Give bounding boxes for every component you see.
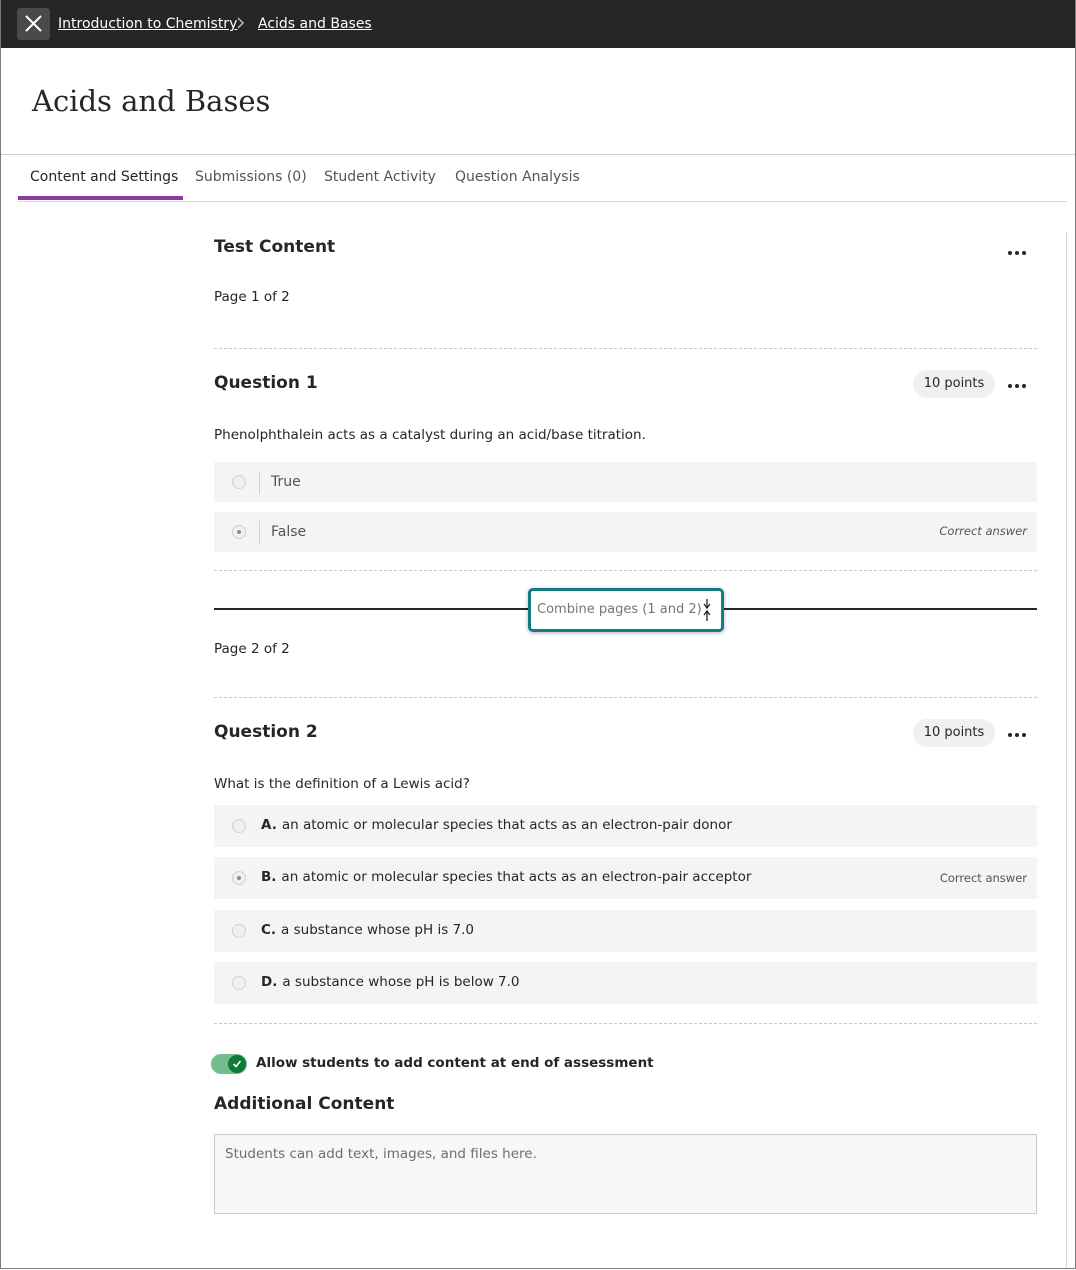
answer-text: D. a substance whose pH is below 7.0 [261,974,520,990]
radio-button-selected[interactable] [232,871,246,885]
answer-option[interactable]: B. an atomic or molecular species that ac… [214,857,1037,899]
combine-arrows-icon [703,599,711,621]
app-window: Introduction to Chemistry Acids and Base… [0,0,1076,1269]
close-icon [25,15,42,32]
header-divider [1,154,1075,155]
divider [214,348,1037,349]
combine-pages-button[interactable]: Combine pages (1 and 2) [528,588,724,632]
question-1-points[interactable]: 10 points [913,370,995,398]
answer-option[interactable]: False Correct answer [214,512,1037,552]
test-content-heading: Test Content [214,237,336,257]
tab-content-and-settings[interactable]: Content and Settings [30,169,178,185]
breadcrumb-test-link[interactable]: Acids and Bases [258,16,372,32]
question-1-title: Question 1 [214,373,318,393]
check-icon [232,1060,242,1068]
additional-content-field[interactable]: Students can add text, images, and files… [214,1134,1037,1214]
answer-text: B. an atomic or molecular species that ac… [261,869,751,885]
page-1-label: Page 1 of 2 [214,289,290,305]
divider [214,570,1037,571]
question-2-prompt: What is the definition of a Lewis acid? [214,776,470,792]
top-bar: Introduction to Chemistry Acids and Base… [1,0,1075,48]
answer-option[interactable]: True [214,462,1037,502]
answer-text: False [271,524,307,540]
answer-text: A. an atomic or molecular species that ac… [261,817,732,833]
answer-body: a substance whose pH is below 7.0 [282,974,520,990]
answer-letter: D. [261,974,278,990]
additional-content-placeholder: Students can add text, images, and files… [225,1146,537,1162]
tab-question-analysis[interactable]: Question Analysis [455,169,580,185]
question-1-prompt: Phenolphthalein acts as a catalyst durin… [214,427,646,443]
active-tab-indicator [18,196,183,200]
question-2-more-button[interactable] [1008,731,1028,739]
answer-letter: A. [261,817,277,833]
correct-answer-label: Correct answer [939,524,1027,538]
page-2-label: Page 2 of 2 [214,641,290,657]
radio-button[interactable] [232,924,246,938]
answer-body: an atomic or molecular species that acts… [281,869,752,885]
tab-submissions[interactable]: Submissions (0) [195,169,307,185]
answer-option[interactable]: A. an atomic or molecular species that ac… [214,805,1037,847]
radio-button[interactable] [232,976,246,990]
additional-content-heading: Additional Content [214,1094,395,1114]
divider [214,1023,1037,1024]
answer-body: an atomic or molecular species that acts… [281,817,732,833]
page-title: Acids and Bases [32,84,271,118]
radio-button[interactable] [232,819,246,833]
answer-text: C. a substance whose pH is 7.0 [261,922,474,938]
divider [259,471,260,494]
more-icon [1008,733,1012,737]
answer-text: True [271,474,301,490]
correct-answer-label: Correct answer [939,871,1027,885]
more-icon [1008,251,1012,255]
breadcrumb-course-link[interactable]: Introduction to Chemistry [58,16,237,32]
content-panel-border [1066,232,1067,1268]
test-content-more-button[interactable] [1008,249,1028,257]
allow-additional-content-label: Allow students to add content at end of … [256,1055,654,1071]
question-1-more-button[interactable] [1008,382,1028,390]
divider [214,697,1037,698]
answer-letter: C. [261,922,277,938]
answer-option[interactable]: C. a substance whose pH is 7.0 [214,910,1037,952]
radio-button-selected[interactable] [232,525,246,539]
more-icon [1008,384,1012,388]
chevron-right-icon [237,17,245,29]
answer-letter: B. [261,869,277,885]
close-button[interactable] [17,8,50,40]
toggle-knob [228,1055,246,1073]
answer-body: a substance whose pH is 7.0 [281,922,474,938]
combine-pages-label: Combine pages (1 and 2) [537,602,702,617]
question-2-title: Question 2 [214,722,318,742]
answer-option[interactable]: D. a substance whose pH is below 7.0 [214,962,1037,1004]
question-2-points[interactable]: 10 points [913,719,995,747]
tabs-divider [18,201,1067,202]
tab-student-activity[interactable]: Student Activity [324,169,436,185]
allow-additional-content-toggle[interactable] [211,1054,247,1074]
radio-button[interactable] [232,475,246,489]
divider [259,521,260,544]
